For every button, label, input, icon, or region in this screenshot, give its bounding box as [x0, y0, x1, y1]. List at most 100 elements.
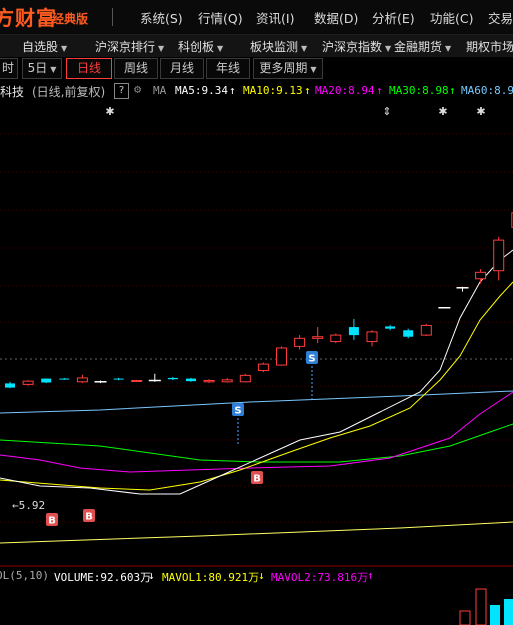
- nav-sector-monitor[interactable]: 板块监测 ▼: [250, 38, 307, 55]
- candle-body: [76, 377, 88, 383]
- period-more[interactable]: 更多周期 ▼: [253, 58, 323, 79]
- volume-bar: [459, 610, 471, 625]
- star-marker-icon: ✱: [438, 105, 447, 118]
- nav-futures[interactable]: 金融期货 ▼: [394, 38, 451, 55]
- nav-options[interactable]: 期权市场: [466, 38, 513, 55]
- help-button[interactable]: ?: [114, 83, 129, 99]
- period-bar: 时 5日 ▼ 日线 周线 月线 年线 更多周期 ▼: [0, 57, 513, 79]
- app-logo: 方财富: [0, 6, 57, 30]
- candle-body: [167, 377, 178, 380]
- mavol1-down-arrow-icon: ↓: [258, 569, 265, 582]
- period-week[interactable]: 周线: [114, 58, 158, 79]
- buy-marker-label: B: [48, 516, 56, 527]
- ma20-value: MA20:8.94: [315, 84, 375, 97]
- chevron-down-icon: ▼: [61, 44, 68, 53]
- title-bar: 方财富 经典版 系统(S) 行情(Q) 资讯(I) 数据(D) 分析(E) 功能…: [0, 0, 513, 35]
- candle-body: [385, 326, 396, 329]
- candle-body: [5, 383, 15, 388]
- nav-watchlist-label: 自选股: [22, 40, 59, 54]
- candle-body: [113, 378, 124, 380]
- period-month[interactable]: 月线: [160, 58, 204, 79]
- ma10-value: MA10:9.13: [243, 84, 303, 97]
- candle-body: [59, 378, 70, 380]
- nav-index-label: 沪深京指数: [322, 40, 383, 54]
- mavol1-value: MAVOL1:80.921万: [162, 571, 260, 584]
- menu-news[interactable]: 资讯(I): [256, 8, 294, 27]
- nav-futures-label: 金融期货: [394, 40, 443, 54]
- nav-sector-monitor-label: 板块监测: [250, 40, 299, 54]
- candle-body: [22, 380, 34, 385]
- nav-watchlist[interactable]: 自选股 ▼: [22, 38, 67, 55]
- kline-chart[interactable]: ✱ ✱ ✱ ⇕ B B B S S ←5.92: [0, 102, 513, 625]
- nav-bar: 自选股 ▼ 沪深京排行 ▼ 科创板 ▼ 板块监测 ▼ 沪深京指数 ▼ 金融期货 ▼ 期权市场: [0, 35, 513, 58]
- stock-name: 科技: [0, 85, 25, 99]
- candle-body: [221, 379, 233, 383]
- nav-ranking[interactable]: 沪深京排行 ▼: [95, 38, 164, 55]
- candle-body: [294, 337, 306, 347]
- candle-body: [403, 330, 414, 337]
- ma-long-line: [0, 521, 513, 544]
- chevron-down-icon: ▼: [301, 44, 308, 53]
- period-day[interactable]: 日线: [66, 58, 112, 79]
- menu-trade[interactable]: 交易: [488, 8, 513, 27]
- menu-functions[interactable]: 功能(C): [430, 8, 473, 27]
- ma60-line: [0, 390, 513, 414]
- menu-data[interactable]: 数据(D): [314, 8, 358, 27]
- nav-ranking-label: 沪深京排行: [95, 40, 156, 54]
- sell-marker-label: S: [234, 406, 241, 417]
- nav-star-market-label: 科创板: [178, 40, 215, 54]
- menu-analysis[interactable]: 分析(E): [372, 8, 415, 27]
- nav-options-label: 期权市场: [466, 40, 513, 54]
- ma5-line: [0, 249, 513, 495]
- period-year[interactable]: 年线: [206, 58, 250, 79]
- ma5-up-arrow-icon: ↑: [229, 84, 236, 97]
- star-marker-icon: ✱: [476, 105, 485, 118]
- volume-down-arrow-icon: ↓: [148, 569, 155, 582]
- indicator-info-bar: 科技 (日线,前复权) ? ⚙ MA MA5:9.34 ↑ MA10:9.13 …: [0, 80, 513, 102]
- candle-body: [203, 380, 215, 383]
- menu-quotes[interactable]: 行情(Q): [198, 8, 243, 27]
- settings-icon[interactable]: ⚙: [134, 82, 141, 96]
- volume-bar: [490, 605, 500, 625]
- period-more-label: 更多周期: [259, 61, 308, 75]
- candle-body: [131, 380, 143, 383]
- period-5day-label: 5日: [27, 61, 48, 75]
- period-5day[interactable]: 5日 ▼: [22, 58, 62, 79]
- app-edition: 经典版: [52, 12, 89, 26]
- chevron-down-icon: ▼: [217, 44, 224, 53]
- ma-label: MA: [153, 84, 167, 97]
- nav-star-market[interactable]: 科创板 ▼: [178, 38, 223, 55]
- period-intraday[interactable]: 时: [0, 58, 18, 79]
- candle-body: [475, 271, 487, 280]
- buy-marker-label: B: [253, 474, 261, 485]
- nav-index[interactable]: 沪深京指数 ▼: [322, 38, 391, 55]
- ma20-up-arrow-icon: ↑: [376, 84, 383, 97]
- divider: [112, 8, 113, 26]
- buy-marker-label: B: [85, 512, 93, 523]
- volume-bar: [475, 588, 487, 625]
- candle-body: [41, 378, 52, 383]
- volume-info-bar: OL(5,10) VOLUME:92.603万 ↓ MAVOL1:80.921万…: [0, 566, 513, 584]
- mavol2-value: MAVOL2:73.816万: [271, 571, 369, 584]
- chevron-down-icon: ▼: [50, 65, 57, 74]
- volume-bar: [504, 599, 513, 625]
- volume-value: VOLUME:92.603万: [54, 571, 152, 584]
- candle-body: [239, 374, 251, 383]
- star-marker-icon: ✱: [105, 105, 114, 118]
- candle-body: [276, 347, 287, 366]
- low-price-label: ←5.92: [12, 499, 45, 512]
- candle-body: [493, 239, 505, 272]
- sell-marker-label: S: [308, 354, 315, 365]
- menu-system[interactable]: 系统(S): [140, 8, 183, 27]
- volume-indicator-label: OL(5,10): [0, 569, 49, 582]
- ma60-value: MA60:8.94: [461, 84, 513, 97]
- candle-body: [330, 334, 342, 343]
- ma10-up-arrow-icon: ↑: [304, 84, 311, 97]
- chevron-down-icon: ▼: [310, 65, 317, 74]
- chevron-down-icon: ▼: [158, 44, 165, 53]
- candle-body: [348, 327, 359, 336]
- ma30-up-arrow-icon: ↑: [449, 84, 456, 97]
- ma30-value: MA30:8.98: [389, 84, 449, 97]
- chart-mode: (日线,前复权): [32, 85, 106, 99]
- mavol2-up-arrow-icon: ↑: [367, 569, 374, 582]
